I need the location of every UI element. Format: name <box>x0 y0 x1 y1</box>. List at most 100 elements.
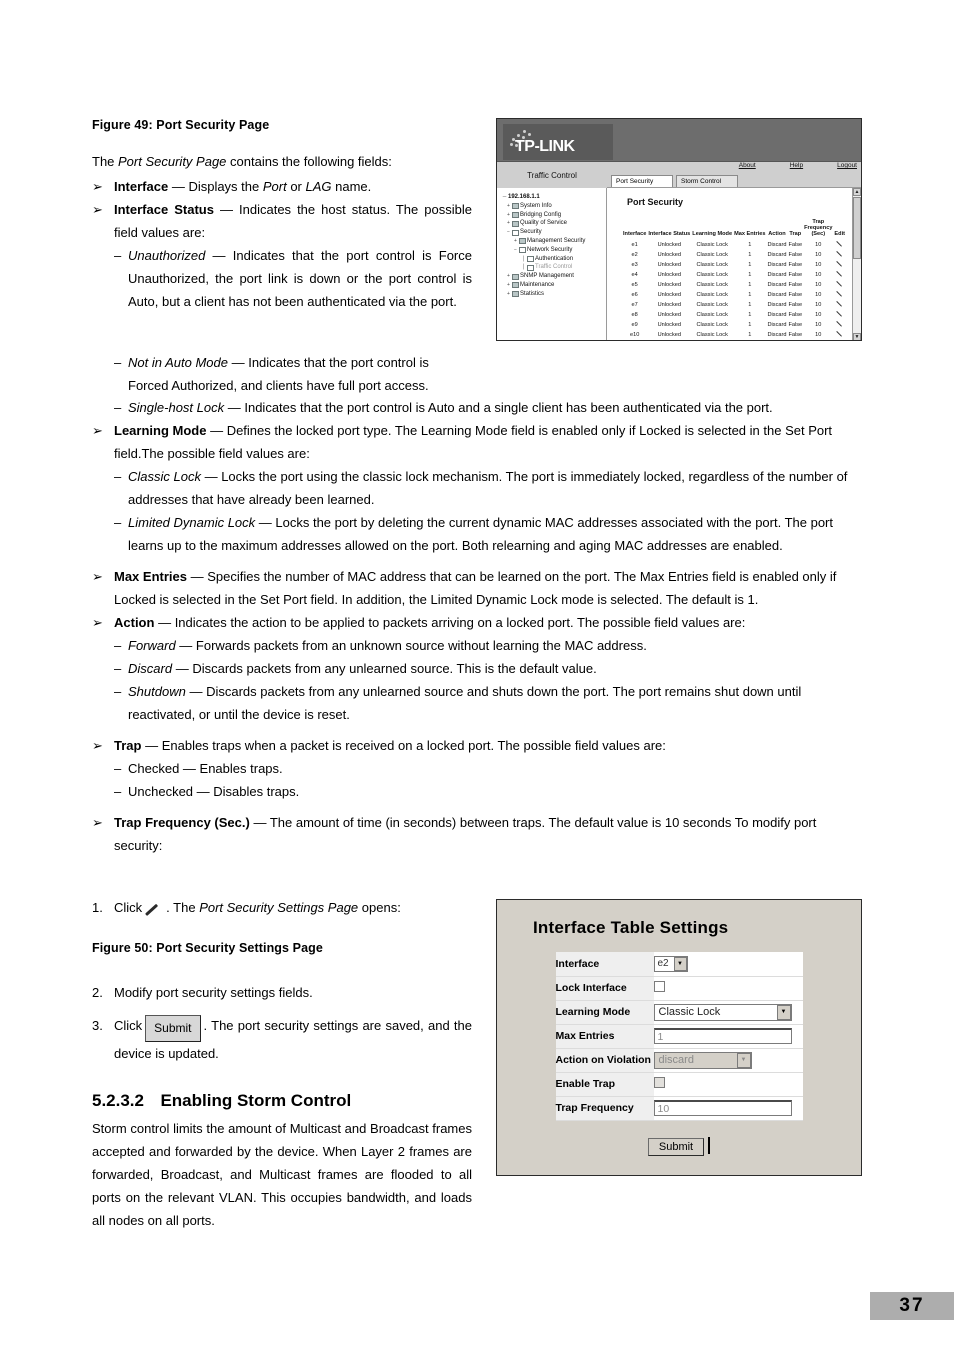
field-term: Learning Mode <box>114 423 207 438</box>
tree-item-authentication[interactable]: │ Authentication <box>500 255 604 264</box>
tree-item-network-security[interactable]: − Network Security <box>500 246 604 255</box>
dash-marker: – <box>114 355 122 370</box>
field-dash: — <box>249 815 270 830</box>
edit-icon[interactable] <box>833 260 846 270</box>
submit-button[interactable]: Submit <box>145 1015 201 1042</box>
scrollbar-thumb[interactable] <box>853 197 861 259</box>
expander-icon[interactable]: + <box>512 237 519 246</box>
tree-item-system-info[interactable]: + System Info <box>500 202 604 211</box>
field-interface-status: ➢ Interface Status — Indicates the host … <box>92 198 472 244</box>
table-header-row: Interface Interface Status Learning Mode… <box>622 219 846 240</box>
section-number: 5.2.3.2 <box>92 1091 144 1110</box>
tab-strip: Port Security Storm Control <box>611 175 738 187</box>
table-cell: Unlocked <box>657 312 681 318</box>
field-term: Trap Frequency (Sec.) <box>114 815 250 830</box>
expander-icon[interactable]: + <box>505 281 512 290</box>
expander-icon[interactable]: ─ <box>501 193 508 202</box>
edit-icon[interactable] <box>833 320 846 330</box>
tree-item-snmp-management[interactable]: + SNMP Management <box>500 272 604 281</box>
table-cell: Unlocked <box>657 282 681 288</box>
tree-item-bridging-config[interactable]: + Bridging Config <box>500 211 604 220</box>
edit-icon[interactable] <box>833 340 846 341</box>
tree-item-maintenance[interactable]: + Maintenance <box>500 281 604 290</box>
edit-icon[interactable] <box>833 300 846 310</box>
about-link[interactable]: About <box>739 162 756 174</box>
tree-item-label: Quality of Service <box>520 220 568 227</box>
table-cell: 10 <box>815 262 822 268</box>
enable-trap-checkbox[interactable] <box>653 1077 665 1088</box>
navigation-tree: ─ 192.168.1.1 + System Info + Bridging Conf… <box>497 188 607 340</box>
expander-icon[interactable]: + <box>505 272 512 281</box>
scroll-down-arrow-icon[interactable]: ▼ <box>853 333 861 340</box>
edit-icon[interactable] <box>833 270 846 280</box>
tree-item-statistics[interactable]: + Statistics <box>500 290 604 299</box>
vertical-scrollbar[interactable]: ▲ ▼ <box>852 188 861 340</box>
dialog-submit-button[interactable]: Submit <box>647 1137 705 1156</box>
trap-frequency-input[interactable]: 10 <box>653 1100 792 1116</box>
help-link[interactable]: Help <box>790 162 803 174</box>
folder-icon <box>512 220 519 227</box>
figure-49-screenshot: TP-LINK Traffic Control About Help Logou… <box>496 118 862 341</box>
expander-icon[interactable]: − <box>505 228 512 237</box>
step-italic: Port Security Settings Page <box>199 900 359 915</box>
max-entries-input[interactable]: 1 <box>653 1028 792 1044</box>
folder-icon <box>512 282 519 289</box>
chevron-down-icon[interactable]: ▼ <box>776 1004 791 1020</box>
brand-logo-text: TP-LINK <box>515 138 575 155</box>
table-row: e2 Unlocked Classic Lock 1 Discard False 10 <box>622 250 846 260</box>
logout-link[interactable]: Logout <box>837 162 857 174</box>
tree-item-label: SNMP Management <box>520 273 574 280</box>
tree-item-security[interactable]: − Security <box>500 228 604 237</box>
interface-select[interactable]: e2 ▼ <box>653 955 688 972</box>
table-cell: e5 <box>631 282 638 288</box>
value-dash: — <box>175 638 196 653</box>
edit-icon[interactable] <box>833 290 846 300</box>
th-action: Action <box>768 231 786 237</box>
edit-icon[interactable] <box>833 280 846 290</box>
action-on-violation-value: discard <box>658 1054 694 1066</box>
table-cell: Discard <box>767 252 787 258</box>
action-on-violation-select[interactable]: discard ▼ <box>653 1051 752 1069</box>
expander-icon[interactable]: + <box>505 219 512 228</box>
webui-brand-header: TP-LINK <box>497 119 861 162</box>
label-interface: Interface <box>555 952 654 977</box>
value-dash: — <box>185 684 207 699</box>
table-cell: False <box>788 302 803 308</box>
field-italic-b: LAG <box>305 179 332 194</box>
pencil-icon[interactable] <box>146 901 162 915</box>
expander-icon[interactable]: + <box>505 211 512 220</box>
field-dash: — <box>206 423 227 438</box>
table-cell: Unlocked <box>657 302 681 308</box>
edit-icon[interactable] <box>833 240 846 250</box>
tree-line-icon: │ <box>521 255 526 262</box>
step-text: Modify port security settings fields. <box>114 985 313 1000</box>
label-trap-frequency: Trap Frequency <box>555 1096 654 1121</box>
learning-mode-select[interactable]: Classic Lock ▼ <box>653 1003 792 1021</box>
field-dash: — <box>213 202 240 217</box>
chevron-down-icon[interactable]: ▼ <box>736 1052 751 1068</box>
table-cell: Classic Lock <box>696 252 728 258</box>
expander-icon[interactable]: + <box>505 202 512 211</box>
expander-icon[interactable]: + <box>505 290 512 299</box>
edit-icon[interactable] <box>833 250 846 260</box>
lock-interface-checkbox[interactable] <box>653 981 665 992</box>
value-dash: — <box>172 661 193 676</box>
table-cell: e11 <box>622 340 647 341</box>
expander-icon[interactable]: − <box>512 246 519 255</box>
scroll-up-arrow-icon[interactable]: ▲ <box>853 188 861 196</box>
table-row: e4 Unlocked Classic Lock 1 Discard False 10 <box>622 270 846 280</box>
tree-item-quality-of-service[interactable]: + Quality of Service <box>500 219 604 228</box>
tree-item-management-security[interactable]: + Management Security <box>500 237 604 246</box>
edit-icon[interactable] <box>833 330 846 340</box>
dash-marker: – <box>114 661 122 676</box>
webui-nav-bar: Traffic Control About Help Logout Port S… <box>497 162 861 188</box>
value-dash: — <box>224 400 245 415</box>
tab-storm-control[interactable]: Storm Control <box>676 175 738 187</box>
tree-item-device[interactable]: ─ 192.168.1.1 <box>500 193 604 202</box>
tree-item-traffic-control[interactable]: │ Traffic Control <box>500 263 604 272</box>
edit-icon[interactable] <box>833 310 846 320</box>
chevron-down-icon[interactable]: ▼ <box>673 956 687 971</box>
folder-icon <box>512 211 519 218</box>
tab-port-security[interactable]: Port Security <box>611 175 673 187</box>
tree-item-label: Management Security <box>527 237 586 244</box>
